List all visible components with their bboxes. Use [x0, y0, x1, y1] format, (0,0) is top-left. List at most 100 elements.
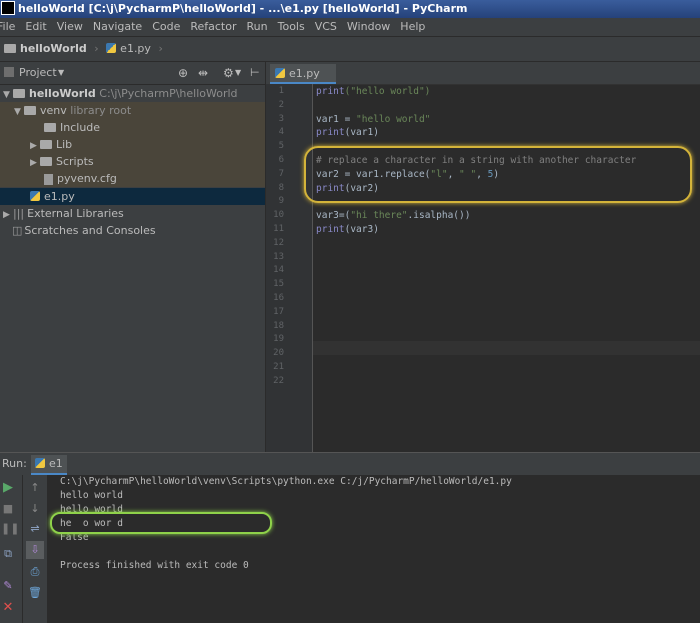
menu-tools[interactable]: Tools [278, 20, 305, 33]
line-number: 21 [273, 362, 284, 372]
menu-window[interactable]: Window [347, 20, 390, 33]
line-number: 22 [273, 375, 284, 386]
gear-dropdown-icon[interactable]: ▼ [235, 62, 241, 84]
line-number: 11 [273, 224, 284, 234]
tree-item-scripts[interactable]: ▶ Scripts [0, 153, 265, 170]
run-tab-bar: Run: e1 [0, 453, 700, 475]
line-number: 9 [278, 196, 284, 207]
tree-item-scratches[interactable]: ◫ Scratches and Consoles [0, 222, 265, 239]
locate-icon[interactable]: ⊕ [178, 62, 188, 84]
pause-icon[interactable]: ❚❚ [1, 522, 19, 536]
code-editor: e1.py 1 2 3 4 5 6 7 8 9 10 11 12 13 14 15 16 17 18 19 20 21 2… [266, 62, 700, 452]
tree-label: venv [40, 104, 67, 117]
stop-icon[interactable]: ■ [1, 502, 15, 516]
soft-wrap-icon[interactable]: ⇌ [28, 522, 42, 536]
code-highlight-annotation [304, 146, 692, 203]
line-number: 19 [273, 334, 284, 345]
menu-edit[interactable]: Edit [25, 20, 46, 33]
menu-code[interactable]: Code [152, 20, 180, 33]
print-icon[interactable]: ⎙ [28, 565, 42, 579]
folder-icon [4, 43, 16, 53]
python-file-icon [275, 68, 285, 78]
line-number: 15 [273, 279, 284, 290]
breadcrumb-file[interactable]: e1.py [120, 42, 151, 55]
line-number: 13 [273, 251, 284, 262]
folder-icon [13, 88, 25, 98]
menu-navigate[interactable]: Navigate [93, 20, 142, 33]
tree-item-e1-py[interactable]: e1.py [0, 188, 265, 205]
current-line-highlight [313, 341, 700, 355]
python-file-icon [35, 458, 45, 468]
code-token: var3=( [316, 210, 351, 222]
editor-tab-bar: e1.py [266, 62, 700, 85]
breadcrumb-separator-icon: › [158, 42, 163, 55]
line-number: 7 [278, 168, 284, 179]
folder-icon [44, 122, 56, 132]
code-token: .isalpha()) [407, 210, 471, 222]
tree-item-helloworld[interactable]: ▼ helloWorld C:\j\PycharmP\helloWorld [0, 85, 265, 102]
tree-label: Scripts [56, 155, 94, 168]
code-token: (var3) [344, 224, 379, 235]
console-output[interactable]: C:\j\PycharmP\helloWorld\venv\Scripts\py… [48, 475, 700, 623]
tab-e1-py[interactable]: e1.py [270, 64, 336, 84]
line-number: 17 [273, 306, 284, 317]
project-icon [4, 67, 14, 77]
menu-file[interactable]: File [0, 20, 15, 33]
pin-tab-icon[interactable]: ✎ [1, 579, 15, 593]
tree-label: pyvenv.cfg [57, 172, 117, 185]
hide-panel-icon[interactable]: ⊢ [250, 62, 260, 84]
project-panel: Project ▼ ⊕ ⇹ ⚙ ▼ ⊢ ▼ helloWorld C:\j\Pyc… [0, 62, 265, 452]
tree-item-lib[interactable]: ▶ Lib [0, 136, 265, 153]
code-token: ("hello world") [344, 86, 431, 97]
line-number: 12 [273, 237, 284, 248]
dropdown-icon[interactable]: ▼ [58, 62, 64, 84]
tree-item-venv[interactable]: ▼ venv library root [0, 102, 265, 119]
menu-bar: File Edit View Navigate Code Refactor Run Tools… [0, 18, 700, 36]
tree-label: Scratches and Consoles [24, 224, 156, 237]
collapse-icon[interactable]: ⇹ [198, 62, 208, 84]
output-highlight-annotation [50, 512, 272, 534]
window-title: helloWorld [C:\j\PycharmP\helloWorld] - … [18, 2, 468, 15]
menu-run[interactable]: Run [247, 20, 268, 33]
tree-label: e1.py [44, 190, 75, 203]
line-number: 3 [278, 113, 284, 124]
tab-label: e1.py [289, 67, 320, 80]
rerun-icon[interactable]: ▶ [1, 481, 15, 495]
folder-icon [40, 156, 52, 166]
code-token: (var1) [344, 127, 379, 139]
breadcrumb-separator-icon: › [94, 42, 99, 55]
project-panel-title[interactable]: Project [19, 62, 57, 84]
menu-vcs[interactable]: VCS [315, 20, 337, 33]
trash-icon[interactable]: 🗑 [28, 586, 42, 600]
tree-detail: C:\j\PycharmP\helloWorld [99, 87, 238, 100]
tree-item-include[interactable]: Include [0, 119, 265, 136]
breadcrumb-project[interactable]: helloWorld [20, 42, 87, 55]
run-toolbar-secondary: ↑ ↓ ⇌ ⇩ ⎙ 🗑 [23, 475, 48, 623]
down-arrow-icon[interactable]: ↓ [28, 502, 42, 516]
folder-icon [24, 105, 36, 115]
code-token: print [316, 224, 345, 235]
menu-refactor[interactable]: Refactor [190, 20, 236, 33]
tree-label: External Libraries [27, 207, 124, 220]
menu-help[interactable]: Help [400, 20, 425, 33]
restore-layout-icon[interactable]: ⧉ [1, 547, 15, 561]
up-arrow-icon[interactable]: ↑ [28, 481, 42, 495]
tree-label: Include [60, 121, 101, 134]
tree-item-external-libraries[interactable]: ▶ ||| External Libraries [0, 205, 265, 222]
code-token: "hello world" [356, 113, 431, 125]
pycharm-icon [1, 1, 15, 15]
code-token: print [316, 86, 345, 97]
run-tab-label: e1 [49, 457, 63, 470]
tree-item-pyvenv-cfg[interactable]: pyvenv.cfg [0, 170, 265, 187]
close-icon[interactable]: ✕ [1, 601, 15, 615]
line-number: 20 [273, 348, 284, 359]
run-toolbar-primary: ▶ ■ ❚❚ ⧉ ✎ ✕ [0, 475, 23, 623]
menu-view[interactable]: View [57, 20, 83, 33]
run-label: Run: [2, 457, 27, 470]
code-line: print(var3) [316, 224, 379, 235]
run-tab-e1[interactable]: e1 [31, 455, 67, 475]
code-line: var3=("hi there".isalpha()) [316, 210, 470, 221]
gear-icon[interactable]: ⚙ [223, 62, 234, 84]
run-panel: Run: e1 ▶ ■ ❚❚ ⧉ ✎ ✕ ↑ ↓ ⇌ ⇩ ⎙ 🗑 C:\j\Py… [0, 452, 700, 623]
scroll-to-end-icon[interactable]: ⇩ [26, 541, 44, 559]
